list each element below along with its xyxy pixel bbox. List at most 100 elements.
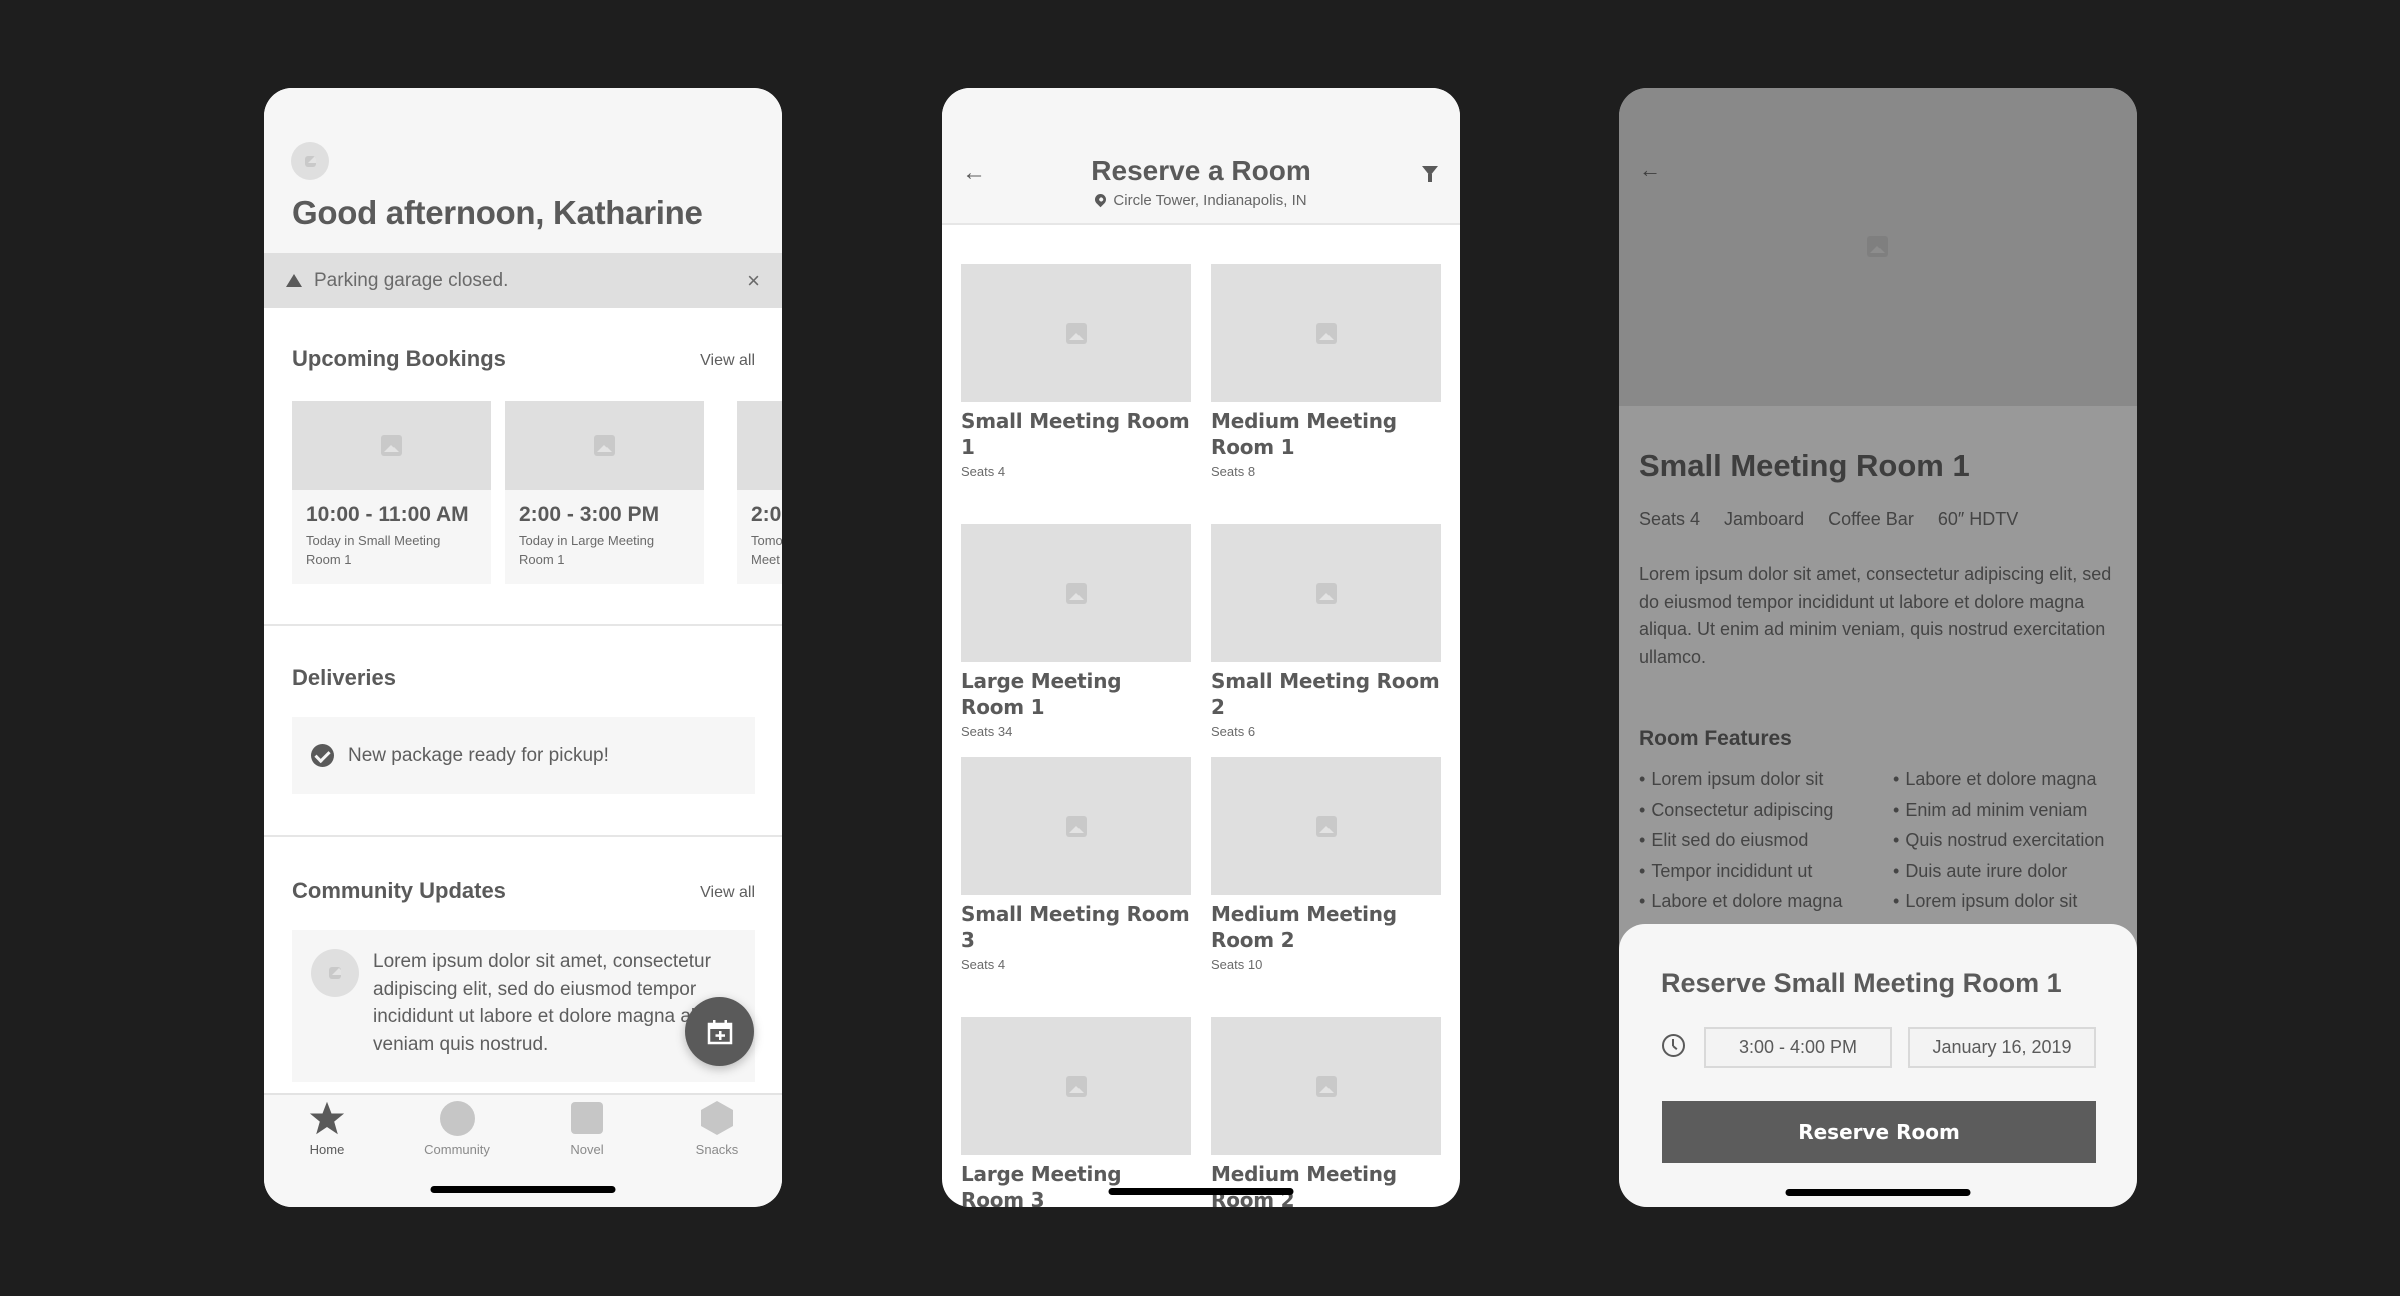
- home-indicator: [1785, 1189, 1971, 1196]
- reserve-room-button[interactable]: Reserve Room: [1662, 1101, 2096, 1163]
- circle-icon: [439, 1100, 475, 1136]
- greeting-title: Good afternoon, Katharine: [292, 194, 703, 231]
- booking-time: 2:00: [751, 503, 782, 526]
- room-name: Small Meeting Room 3: [961, 902, 1190, 952]
- section-divider: [264, 835, 782, 837]
- upcoming-bookings-title: Upcoming Bookings: [292, 346, 506, 371]
- community-updates-title: Community Updates: [292, 878, 506, 903]
- tab-home[interactable]: Home: [282, 1095, 372, 1207]
- new-booking-fab[interactable]: [685, 997, 754, 1066]
- image-placeholder-icon: [381, 435, 402, 456]
- room-card[interactable]: Large Meeting Room 3: [961, 1017, 1191, 1207]
- room-card[interactable]: Medium Meeting Room 2: [1211, 1017, 1441, 1207]
- room-features-list: Lorem ipsum dolor sit Consectetur adipis…: [1639, 764, 2137, 917]
- room-name: Small Meeting Room 2: [1211, 669, 1440, 719]
- image-placeholder-icon: [1315, 1075, 1337, 1097]
- room-seats: Seats 8: [1211, 464, 1256, 479]
- feature-item: Quis nostrud exercitation: [1893, 825, 2137, 856]
- room-image: [1211, 757, 1441, 895]
- booking-card[interactable]: 2:00 - 3:00 PM Today in Large Meeting Ro…: [505, 401, 704, 584]
- booking-card[interactable]: 2:00 Tomo Meet: [737, 401, 782, 584]
- booking-detail: Today in Large Meeting Room 1: [519, 533, 655, 567]
- date-field[interactable]: January 16, 2019: [1908, 1027, 2096, 1068]
- back-arrow-icon[interactable]: ←: [1639, 157, 1661, 183]
- community-view-all-link[interactable]: View all: [700, 884, 755, 902]
- room-card[interactable]: Small Meeting Room 3 Seats 4: [961, 757, 1191, 972]
- sheet-title: Reserve Small Meeting Room 1: [1661, 968, 2062, 998]
- location-subtitle: Circle Tower, Indianapolis, IN: [942, 191, 1460, 209]
- user-avatar[interactable]: [291, 142, 329, 180]
- feature-item: Lorem ipsum dolor sit: [1639, 764, 1889, 795]
- filter-icon[interactable]: [1422, 166, 1438, 182]
- clock-icon: [1662, 1034, 1685, 1057]
- feature-item: Labore et dolore magna: [1893, 764, 2137, 795]
- room-title: Small Meeting Room 1: [1639, 448, 1970, 483]
- booking-time: 10:00 - 11:00 AM: [306, 503, 469, 526]
- community-post[interactable]: Lorem ipsum dolor sit amet, consectetur …: [292, 930, 755, 1082]
- tab-label: Novel: [570, 1142, 604, 1157]
- image-placeholder-icon: [1315, 322, 1337, 344]
- room-seats: Seats 6: [1211, 724, 1256, 739]
- square-icon: [571, 1102, 603, 1134]
- image-placeholder-icon: [1065, 582, 1087, 604]
- feature-item: Elit sed do eiusmod: [1639, 825, 1889, 856]
- image-placeholder-icon: [1315, 582, 1337, 604]
- room-image: [737, 401, 782, 490]
- location-text: Circle Tower, Indianapolis, IN: [1113, 192, 1307, 209]
- image-placeholder-icon: [1315, 815, 1337, 837]
- bookings-view-all-link[interactable]: View all: [700, 352, 755, 370]
- room-name: Small Meeting Room 1: [961, 409, 1190, 459]
- check-circle-icon: [311, 744, 334, 767]
- booking-time: 2:00 - 3:00 PM: [519, 503, 660, 526]
- reserve-header: ← Reserve a Room Circle Tower, Indianapo…: [942, 88, 1460, 225]
- room-card[interactable]: Small Meeting Room 2 Seats 6: [1211, 524, 1441, 739]
- time-range-field[interactable]: 3:00 - 4:00 PM: [1704, 1027, 1892, 1068]
- room-name: Medium Meeting Room 2: [1211, 1162, 1397, 1207]
- room-image: [1211, 524, 1441, 662]
- room-seats: Seats 34: [961, 724, 1013, 739]
- feature-item: Enim ad minim veniam: [1893, 795, 2137, 826]
- room-image: [961, 524, 1191, 662]
- room-detail-screen: ← Small Meeting Room 1 Seats 4 Jamboard …: [1619, 88, 2137, 1207]
- room-image: [1211, 264, 1441, 402]
- amenity: Jamboard: [1724, 509, 1805, 529]
- room-seats: Seats 10: [1211, 957, 1263, 972]
- booking-card[interactable]: 10:00 - 11:00 AM Today in Small Meeting …: [292, 401, 491, 584]
- home-header: Good afternoon, Katharine: [264, 88, 782, 253]
- star-icon: [309, 1101, 345, 1135]
- deliveries-title: Deliveries: [292, 665, 396, 690]
- feature-item: Lorem ipsum dolor sit: [1893, 886, 2137, 917]
- alert-text: Parking garage closed.: [314, 269, 509, 291]
- image-placeholder-icon: [1867, 236, 1888, 257]
- reserve-bottom-sheet: Reserve Small Meeting Room 1 3:00 - 4:00…: [1619, 924, 2137, 1207]
- amenity-list: Seats 4 Jamboard Coffee Bar 60″ HDTV: [1639, 509, 2018, 530]
- room-image: [505, 401, 704, 490]
- location-pin-icon: [1093, 191, 1109, 208]
- image-placeholder-icon: [594, 435, 615, 456]
- tab-snacks[interactable]: Snacks: [672, 1095, 762, 1207]
- image-placeholder-icon: [329, 967, 341, 979]
- room-card[interactable]: Medium Meeting Room 1 Seats 8: [1211, 264, 1441, 479]
- room-seats: Seats 4: [961, 464, 1006, 479]
- tab-label: Snacks: [695, 1142, 739, 1157]
- feature-item: Consectetur adipiscing: [1639, 795, 1889, 826]
- section-divider: [264, 624, 782, 626]
- delivery-item[interactable]: New package ready for pickup!: [292, 717, 755, 794]
- room-card[interactable]: Large Meeting Room 1 Seats 34: [961, 524, 1191, 739]
- feature-item: Duis aute irure dolor: [1893, 856, 2137, 887]
- close-icon[interactable]: ×: [747, 268, 760, 294]
- image-placeholder-icon: [1065, 815, 1087, 837]
- room-name: Medium Meeting Room 2: [1211, 902, 1397, 952]
- tab-label: Home: [309, 1142, 345, 1157]
- post-avatar: [311, 949, 359, 997]
- image-placeholder-icon: [1065, 1075, 1087, 1097]
- room-card[interactable]: Medium Meeting Room 2 Seats 10: [1211, 757, 1441, 972]
- warning-icon: [286, 274, 302, 287]
- room-name: Large Meeting Room 3: [961, 1162, 1122, 1207]
- room-hero-image: [1619, 88, 2137, 406]
- home-indicator: [430, 1186, 616, 1193]
- bookings-carousel[interactable]: 10:00 - 11:00 AM Today in Small Meeting …: [292, 401, 782, 584]
- room-card[interactable]: Small Meeting Room 1 Seats 4: [961, 264, 1191, 479]
- room-image: [292, 401, 491, 490]
- room-description: Lorem ipsum dolor sit amet, consectetur …: [1639, 564, 2112, 667]
